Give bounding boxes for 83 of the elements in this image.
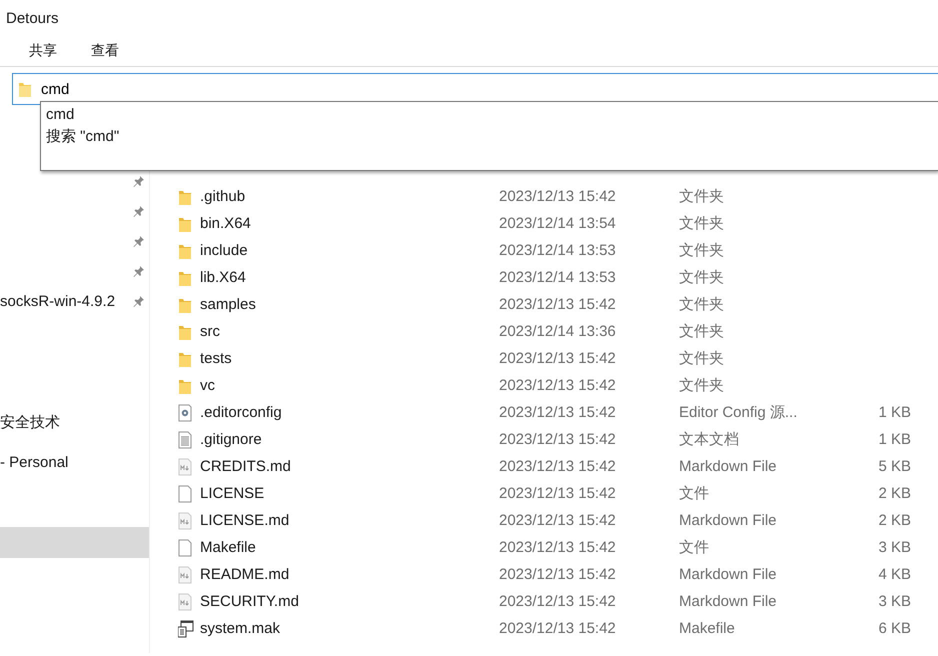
markdown-file-icon [178,592,194,610]
file-name[interactable]: .editorconfig [200,404,282,421]
sidebar-item[interactable]: socksR-win-4.9.2 [0,286,149,316]
file-size: 2 KB [877,512,911,529]
file-type: Makefile [679,620,736,637]
file-name[interactable]: .gitignore [200,431,262,448]
file-size: 1 KB [877,404,911,421]
file-name[interactable]: README.md [200,566,290,583]
file-name[interactable]: SECURITY.md [200,593,299,610]
file-name[interactable]: vc [200,377,215,394]
file-name[interactable]: CREDITS.md [200,458,291,475]
file-date: 2023/12/13 15:42 [499,620,617,637]
file-type: 文件夹 [679,376,725,395]
file-size: 5 KB [877,458,911,475]
file-date: 2023/12/13 15:42 [499,296,617,313]
sidebar-item[interactable]: 安全技术 [0,402,149,442]
file-icon [178,484,194,502]
file-name[interactable]: Makefile [200,539,256,556]
file-size: 1 KB [877,431,911,448]
file-date: 2023/12/14 13:36 [499,323,617,340]
pin-icon [133,265,145,277]
file-type: 文件夹 [679,241,725,260]
file-type: 文件夹 [679,268,725,287]
markdown-file-icon [178,566,194,584]
file-name[interactable]: LICENSE [200,485,264,502]
file-type: 文件夹 [679,214,725,233]
file-name[interactable]: LICENSE.md [200,512,290,529]
file-type: Markdown File [679,512,778,529]
file-date: 2023/12/13 15:42 [499,431,617,448]
file-type: Markdown File [679,458,778,475]
file-size: 2 KB [877,485,911,502]
pin-icon [133,295,145,307]
file-type: 文件夹 [679,322,725,341]
file-size: 3 KB [877,593,911,610]
file-date: 2023/12/13 15:42 [499,458,617,475]
file-type: 文件夹 [679,295,725,314]
markdown-file-icon [178,458,194,476]
folder-icon [18,80,32,98]
file-name[interactable]: .github [200,188,246,205]
gear-file-icon [178,404,194,422]
pin-icon [133,205,145,217]
file-date: 2023/12/13 15:42 [499,539,617,556]
file-name[interactable]: tests [200,350,232,367]
file-type: 文件 [679,484,710,503]
ribbon-tab[interactable]: 共享 [29,42,57,60]
suggestion-item[interactable]: cmd [46,104,74,126]
document-window-icon [178,620,194,638]
file-type: 文件夹 [679,349,725,368]
file-name[interactable]: bin.X64 [200,215,251,232]
file-icon [178,538,194,556]
file-name[interactable]: system.mak [200,620,280,637]
file-size: 3 KB [877,539,911,556]
file-date: 2023/12/13 15:42 [499,593,617,610]
file-type: Markdown File [679,593,778,610]
pin-icon [133,235,145,247]
file-name[interactable]: src [200,323,220,340]
file-date: 2023/12/13 15:42 [499,350,617,367]
window-title: Detours [6,10,59,26]
file-date: 2023/12/13 15:42 [499,404,617,421]
file-name[interactable]: samples [200,296,256,313]
suggestion-item[interactable]: 搜索 "cmd" [46,126,120,148]
pin-icon [133,175,145,187]
file-date: 2023/12/13 15:42 [499,188,617,205]
file-size: 4 KB [877,566,911,583]
file-size: 6 KB [877,620,911,637]
file-date: 2023/12/13 15:42 [499,485,617,502]
file-type: Markdown File [679,566,778,583]
file-date: 2023/12/14 13:53 [499,242,617,259]
file-date: 2023/12/13 15:42 [499,512,617,529]
file-type: 文件 [679,538,710,557]
file-type: 文件夹 [679,187,725,206]
file-date: 2023/12/13 15:42 [499,566,617,583]
file-name[interactable]: include [200,242,248,259]
file-name[interactable]: lib.X64 [200,269,246,286]
file-type: 文本文档 [679,430,740,449]
markdown-file-icon [178,512,194,530]
sidebar-item[interactable]: - Personal [0,442,149,482]
file-date: 2023/12/14 13:53 [499,269,617,286]
ribbon-tab[interactable]: 查看 [91,42,119,60]
text-file-icon [178,430,194,448]
file-date: 2023/12/14 13:54 [499,215,617,232]
file-date: 2023/12/13 15:42 [499,377,617,394]
file-type: Editor Config 源... [679,403,798,422]
